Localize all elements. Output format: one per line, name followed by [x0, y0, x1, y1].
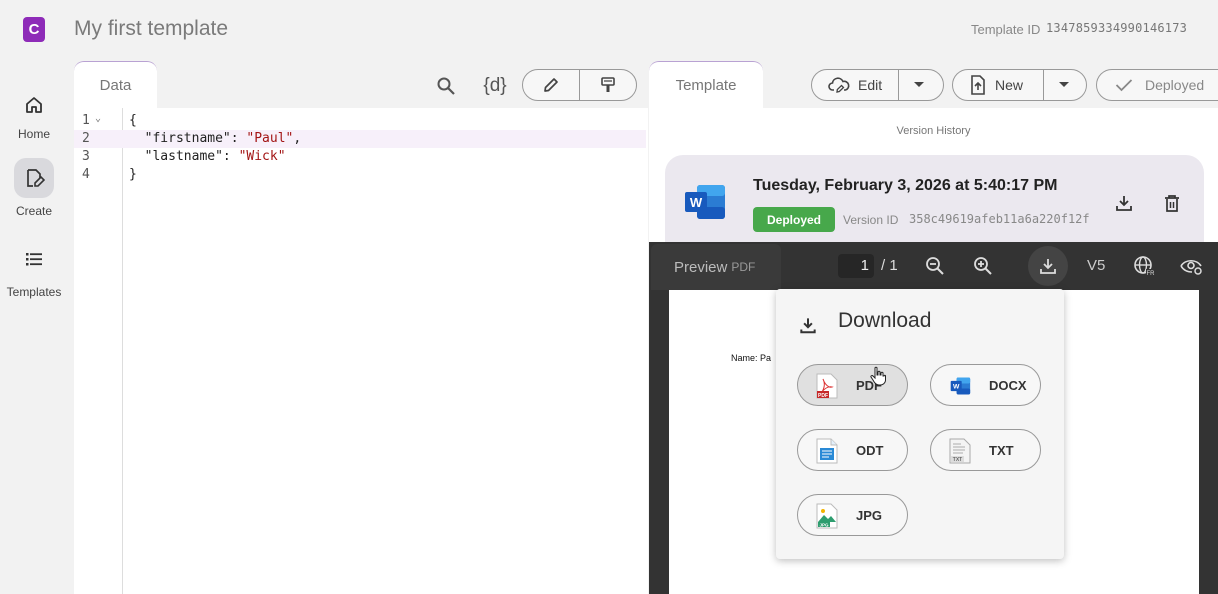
version-date: Tuesday, February 3, 2026 at 5:40:17 PM — [753, 177, 1058, 194]
json-string: "Wick" — [238, 149, 286, 164]
version-id-label: Version ID — [843, 213, 899, 227]
pdf-file-icon: PDF — [816, 373, 838, 399]
line-number: 3 — [82, 149, 90, 164]
line-number: 4 — [82, 167, 90, 182]
tab-data[interactable]: Data — [74, 61, 157, 109]
code-text: } — [129, 167, 137, 182]
jpg-file-icon: JPG — [816, 503, 838, 529]
deployed-label: Deployed — [1145, 77, 1205, 93]
preview-label: Preview — [674, 258, 728, 276]
trash-icon[interactable] — [1161, 192, 1183, 214]
mouse-cursor-icon — [870, 366, 886, 386]
format-label: DOCX — [989, 377, 1027, 393]
cloud-edit-icon — [828, 77, 850, 93]
pdf-content-text: Name: Pa — [731, 353, 772, 363]
status-badge: Deployed — [753, 207, 835, 232]
svg-text:W: W — [690, 195, 703, 210]
json-string: "Paul" — [246, 131, 294, 146]
language-icon[interactable]: FR — [1131, 253, 1157, 279]
new-label: New — [995, 77, 1024, 93]
new-split-button[interactable]: New — [952, 69, 1087, 101]
fold-chevron-icon[interactable]: ⌄ — [95, 113, 101, 124]
edit-pencil-icon[interactable] — [523, 70, 579, 100]
download-jpg-button[interactable]: JPG JPG — [797, 494, 908, 536]
word-file-icon: W — [950, 377, 971, 395]
word-icon: W — [685, 184, 726, 220]
nav-home-label: Home — [17, 127, 50, 141]
preview-download-icon[interactable] — [1028, 246, 1068, 286]
json-key: "lastname": — [129, 149, 239, 164]
format-paint-icon[interactable] — [579, 70, 636, 100]
svg-text:TXT: TXT — [953, 457, 962, 463]
version-id-value: 358c49619afeb11a6a220f12f — [909, 212, 1090, 226]
app-logo[interactable]: C — [23, 17, 45, 42]
code-line[interactable]: 4 } — [74, 166, 646, 184]
zoom-in-icon[interactable] — [970, 253, 996, 279]
download-odt-button[interactable]: ODT — [797, 429, 908, 471]
svg-text:PDF: PDF — [818, 393, 828, 399]
nav-templates-label: Templates — [6, 285, 62, 299]
preview-format: PDF — [731, 260, 756, 274]
format-label: TXT — [989, 442, 1014, 458]
txt-file-icon: TXT — [949, 438, 971, 464]
svg-text:W: W — [953, 384, 960, 391]
template-id-value: 1347859334990146173 — [1046, 21, 1188, 35]
new-button[interactable]: New — [953, 70, 1043, 100]
preview-settings-icon[interactable] — [1179, 253, 1205, 279]
format-label: JPG — [856, 507, 883, 523]
line-number: 1 — [82, 113, 90, 128]
edit-label: Edit — [858, 77, 883, 93]
edit-button[interactable]: Edit — [812, 70, 898, 100]
nav-home[interactable]: Home — [0, 85, 68, 141]
version-history-heading: Version History — [896, 125, 971, 137]
json-key: "firstname": — [129, 131, 247, 146]
home-icon — [14, 85, 54, 125]
page-total: / 1 — [881, 257, 898, 274]
check-icon — [1115, 79, 1133, 92]
create-icon — [14, 158, 54, 198]
download-icon — [798, 315, 818, 335]
data-variables-button[interactable]: {d} — [478, 70, 512, 102]
svg-text:FR: FR — [1147, 271, 1156, 277]
nav-templates[interactable]: Templates — [0, 239, 68, 299]
file-upload-icon — [971, 75, 985, 95]
version-indicator[interactable]: V5 — [1087, 257, 1105, 274]
template-title[interactable]: My first template — [74, 17, 228, 41]
code-line[interactable]: 3 "lastname": "Wick" — [74, 148, 646, 166]
download-txt-button[interactable]: TXT TXT — [930, 429, 1041, 471]
page-number-input[interactable]: 1 — [838, 254, 874, 278]
template-id-label: Template ID — [971, 22, 1041, 37]
code-text: { — [129, 113, 137, 128]
tab-template[interactable]: Template — [649, 61, 763, 109]
tab-preview[interactable]: Preview PDF — [651, 244, 781, 290]
edit-split-button[interactable]: Edit — [811, 69, 944, 101]
code-text: "firstname": "Paul", — [129, 131, 302, 146]
chevron-down-icon[interactable] — [898, 70, 938, 100]
odt-file-icon — [816, 438, 838, 464]
svg-text:JPG: JPG — [819, 522, 829, 527]
deployed-button[interactable]: Deployed — [1096, 69, 1218, 101]
line-number: 2 — [82, 131, 90, 146]
zoom-out-icon[interactable] — [922, 253, 948, 279]
nav-create[interactable]: Create — [0, 158, 68, 218]
download-pdf-button[interactable]: PDF PDF — [797, 364, 908, 406]
format-label: ODT — [856, 442, 884, 458]
nav-create-label: Create — [15, 204, 53, 218]
download-docx-button[interactable]: W DOCX — [930, 364, 1041, 406]
json-comma: , — [293, 131, 302, 146]
download-icon[interactable] — [1113, 192, 1135, 214]
list-icon — [14, 239, 54, 279]
code-line[interactable]: 1 ⌄ { — [74, 112, 646, 130]
download-menu-title: Download — [838, 309, 932, 332]
chevron-down-icon[interactable] — [1043, 70, 1083, 100]
code-text: "lastname": "Wick" — [129, 149, 286, 164]
editor-mode-toggle[interactable] — [522, 69, 637, 101]
code-line[interactable]: 2 "firstname": "Paul", — [74, 130, 646, 148]
tab-template-label: Template — [675, 77, 737, 94]
tab-data-label: Data — [99, 77, 132, 94]
search-icon[interactable] — [430, 70, 462, 102]
